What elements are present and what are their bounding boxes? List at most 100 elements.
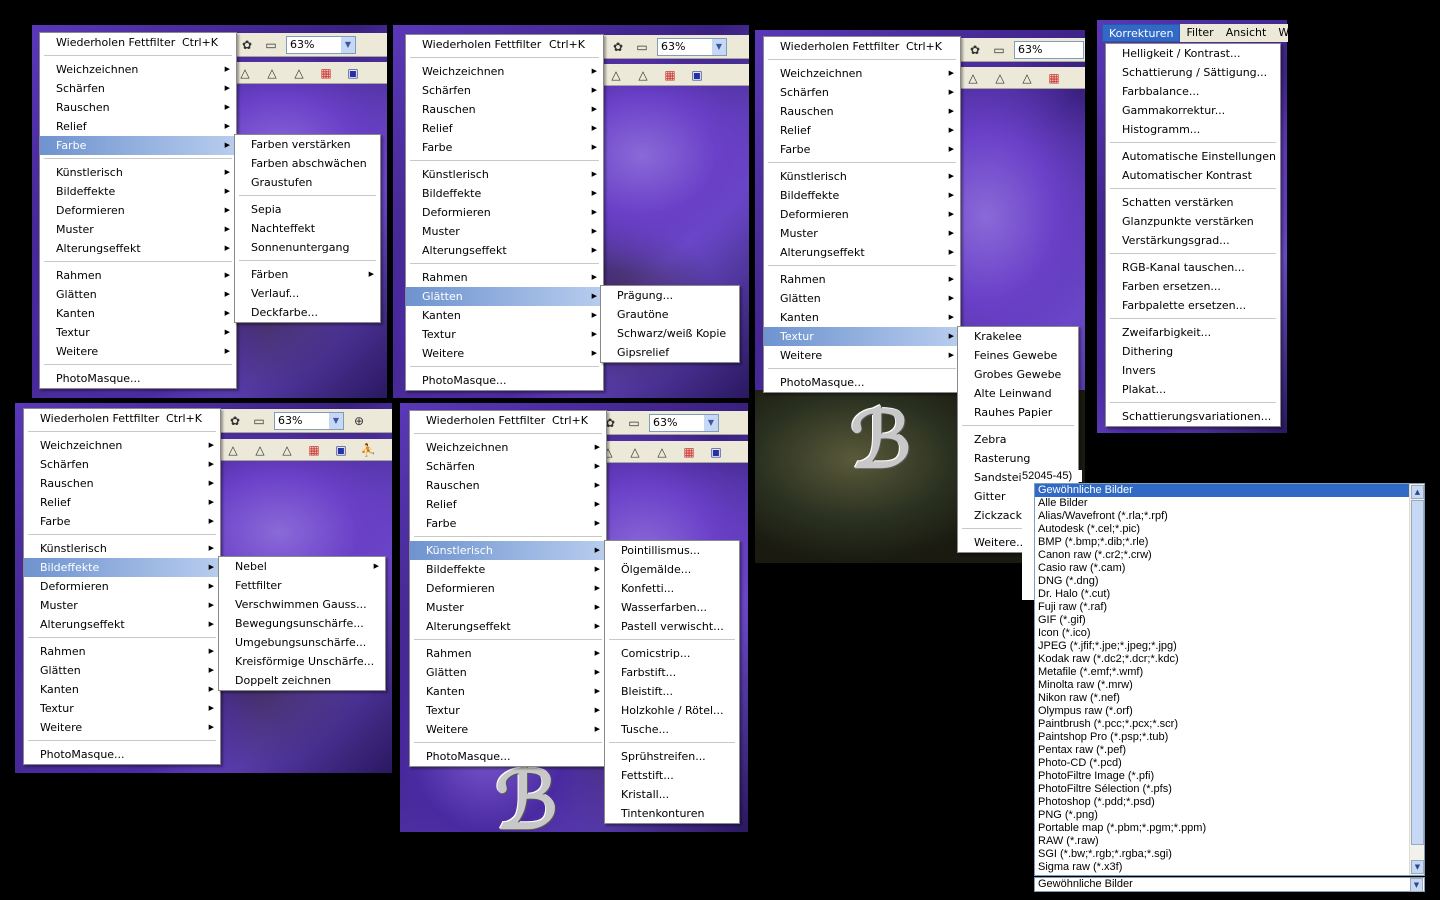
menu-item[interactable]: Relief	[40, 117, 236, 136]
menu-item[interactable]: Deformieren	[764, 205, 960, 224]
chevron-down-icon[interactable]: ▼	[1410, 878, 1423, 892]
file-type-option[interactable]: Pentax raw (*.pef)	[1035, 744, 1424, 757]
file-type-option[interactable]: Sigma raw (*.x3f)	[1035, 861, 1424, 874]
menu-item[interactable]: Farbstift...	[605, 663, 739, 682]
menu-item[interactable]: Rauhes Papier	[958, 403, 1078, 422]
menu-item[interactable]: Glätten	[406, 287, 603, 306]
triangle-icon[interactable]: △	[236, 65, 254, 81]
file-type-option[interactable]: Portable map (*.pbm;*.pgm;*.ppm)	[1035, 822, 1424, 835]
menu-item[interactable]: Kanten	[764, 308, 960, 327]
window-icon[interactable]: ▭	[633, 39, 651, 55]
menu-item[interactable]: Weichzeichnen	[406, 62, 603, 81]
menu-item[interactable]: Weitere	[24, 718, 220, 737]
menu-item[interactable]: Relief	[410, 495, 606, 514]
gradient-icon[interactable]: ▣	[332, 442, 350, 458]
menu-item[interactable]: Weichzeichnen	[410, 438, 606, 457]
menu-item[interactable]: Farbe	[406, 138, 603, 157]
menu-item[interactable]: Comicstrip...	[605, 644, 739, 663]
menu-item[interactable]: Farbe	[40, 136, 236, 155]
zoom-icon[interactable]: ⊕	[350, 413, 368, 429]
menu-item[interactable]: Bildeffekte	[24, 558, 220, 577]
menu-item[interactable]: Histogramm...	[1106, 120, 1280, 139]
file-type-option[interactable]: DNG (*.dng)	[1035, 575, 1424, 588]
menu-ansicht[interactable]: Ansicht	[1220, 24, 1273, 42]
menu-item[interactable]: Bildeffekte	[410, 560, 606, 579]
file-type-option[interactable]: PNG (*.png)	[1035, 809, 1424, 822]
repeat-filter-item[interactable]: Wiederholen Fettfilter Ctrl+K	[764, 37, 960, 56]
window-icon[interactable]: ▭	[250, 413, 268, 429]
menu-item[interactable]: Graustufen	[235, 173, 380, 192]
scroll-down-icon[interactable]: ▼	[1411, 860, 1424, 874]
triangle-icon[interactable]: △	[263, 65, 281, 81]
window-icon[interactable]: ▭	[262, 37, 280, 53]
menu-item[interactable]: Krakelee	[958, 327, 1078, 346]
menu-item[interactable]: Weichzeichnen	[764, 64, 960, 83]
menu-item[interactable]: Schärfen	[24, 455, 220, 474]
menu-werkzeuge[interactable]: Werkz	[1272, 24, 1318, 42]
menu-item[interactable]: Gipsrelief	[601, 343, 739, 362]
rgb-icon[interactable]: ▦	[317, 65, 335, 81]
menu-item[interactable]: Künstlerisch	[40, 163, 236, 182]
menu-item[interactable]: Bleistift...	[605, 682, 739, 701]
menu-item[interactable]: Fettstift...	[605, 766, 739, 785]
menu-item[interactable]: Prägung...	[601, 286, 739, 305]
triangle-icon[interactable]: △	[634, 67, 652, 83]
file-type-option[interactable]: Metafile (*.emf;*.wmf)	[1035, 666, 1424, 679]
repeat-filter-item[interactable]: Wiederholen Fettfilter Ctrl+K	[40, 33, 236, 52]
menu-item[interactable]: Bildeffekte	[406, 184, 603, 203]
file-type-option[interactable]: Nikon raw (*.nef)	[1035, 692, 1424, 705]
menu-item[interactable]: Grobes Gewebe	[958, 365, 1078, 384]
menu-item[interactable]: Nebel	[219, 557, 385, 576]
file-type-option[interactable]: Autodesk (*.cel;*.pic)	[1035, 523, 1424, 536]
menu-item[interactable]: Weichzeichnen	[24, 436, 220, 455]
file-type-option[interactable]: Canon raw (*.cr2;*.crw)	[1035, 549, 1424, 562]
menu-item[interactable]: Rauschen	[24, 474, 220, 493]
menu-item[interactable]: Textur	[40, 323, 236, 342]
menu-item[interactable]: Alte Leinwand	[958, 384, 1078, 403]
menu-item[interactable]: Künstlerisch	[764, 167, 960, 186]
file-type-option[interactable]: Paintbrush (*.pcc;*.pcx;*.scr)	[1035, 718, 1424, 731]
menu-item[interactable]: Farbe	[24, 512, 220, 531]
menu-item[interactable]: Automatischer Kontrast	[1106, 166, 1280, 185]
menu-item[interactable]: Deformieren	[406, 203, 603, 222]
menu-item[interactable]: Deckfarbe...	[235, 303, 380, 322]
photomasque-item[interactable]: PhotoMasque...	[764, 373, 960, 392]
runner-icon[interactable]: ⛹	[359, 442, 377, 458]
menu-korrekturen[interactable]: Korrekturen	[1102, 24, 1181, 42]
menu-item[interactable]: Pointillismus...	[605, 541, 739, 560]
file-type-option[interactable]: Icon (*.ico)	[1035, 627, 1424, 640]
menu-item[interactable]: Rahmen	[406, 268, 603, 287]
menu-item[interactable]: Muster	[406, 222, 603, 241]
menu-item[interactable]: Grautöne	[601, 305, 739, 324]
menu-item[interactable]: Künstlerisch	[410, 541, 606, 560]
menu-item[interactable]: Rahmen	[410, 644, 606, 663]
menu-item[interactable]: Deformieren	[410, 579, 606, 598]
menu-item[interactable]: Glanzpunkte verstärken	[1106, 212, 1280, 231]
menu-item[interactable]: Farben verstärken	[235, 135, 380, 154]
menu-item[interactable]: Schwarz/weiß Kopie	[601, 324, 739, 343]
triangle-icon[interactable]: △	[991, 70, 1009, 86]
menu-item[interactable]: Farben ersetzen...	[1106, 277, 1280, 296]
menu-item[interactable]: Deformieren	[24, 577, 220, 596]
menu-item[interactable]: Farbe	[410, 514, 606, 533]
file-type-option[interactable]: Gewöhnliche Bilder	[1035, 484, 1424, 497]
menu-item[interactable]: Alterungseffekt	[764, 243, 960, 262]
menu-item[interactable]: Künstlerisch	[24, 539, 220, 558]
triangle-icon[interactable]: △	[626, 444, 644, 460]
menu-item[interactable]: Schatten verstärken	[1106, 193, 1280, 212]
rgb-icon[interactable]: ▦	[1045, 70, 1063, 86]
menu-item[interactable]: Schattierung / Sättigung...	[1106, 63, 1280, 82]
menu-item[interactable]: Weitere	[40, 342, 236, 361]
triangle-icon[interactable]: △	[653, 444, 671, 460]
file-type-option[interactable]: Paintshop Pro (*.psp;*.tub)	[1035, 731, 1424, 744]
scroll-thumb[interactable]	[1411, 500, 1424, 845]
menu-item[interactable]: Alterungseffekt	[406, 241, 603, 260]
window-icon[interactable]: ▭	[990, 42, 1008, 58]
menu-item[interactable]: Schärfen	[406, 81, 603, 100]
flower-icon[interactable]: ✿	[238, 37, 256, 53]
menu-item[interactable]: Muster	[764, 224, 960, 243]
repeat-filter-item[interactable]: Wiederholen Fettfilter Ctrl+K	[406, 35, 603, 54]
menu-item[interactable]: Relief	[764, 121, 960, 140]
menu-item[interactable]: Weitere	[764, 346, 960, 365]
menu-item[interactable]: Muster	[410, 598, 606, 617]
